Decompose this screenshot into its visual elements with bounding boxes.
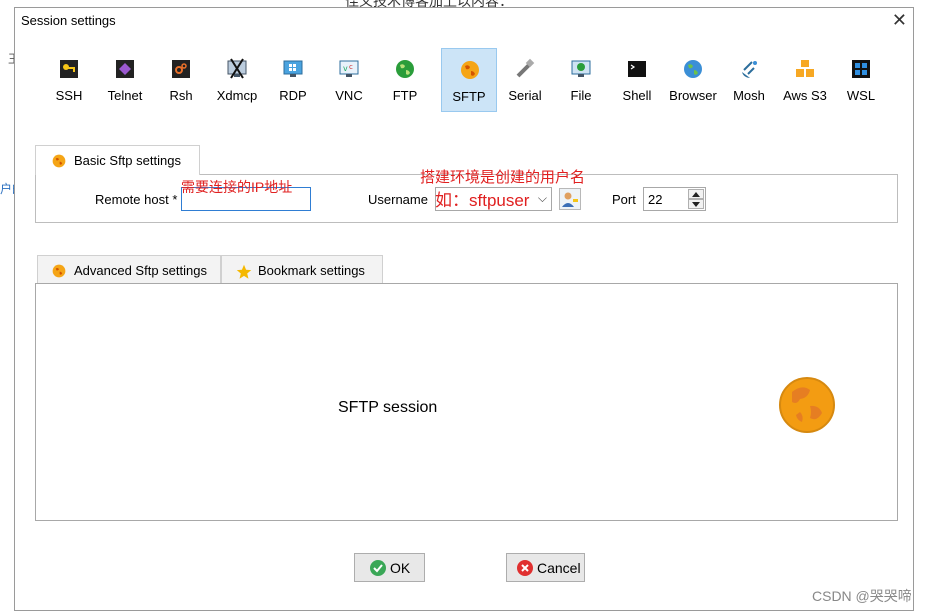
protocol-label: SSH [55,88,83,103]
xdmcp-icon [227,58,247,79]
protocol-rsh[interactable]: Rsh [153,48,209,112]
user-manager-button[interactable] [559,188,581,210]
remote-host-label: Remote host * [95,192,178,207]
sftp-globe-icon [461,61,479,79]
protocol-mosh[interactable]: Mosh [721,48,777,112]
protocol-label: RDP [279,88,307,103]
protocol-label: WSL [846,88,876,103]
protocol-shell[interactable]: Shell [609,48,665,112]
ok-label: OK [390,560,411,576]
cancel-icon [517,560,533,576]
port-value: 22 [648,192,663,207]
protocol-vnc[interactable]: vc VNC [321,48,377,112]
protocol-label: Browser [669,88,717,103]
windows-icon [852,60,870,78]
chevron-down-icon: ⌵ [537,191,547,205]
protocol-label: Aws S3 [783,88,827,103]
tab-advanced-sftp-settings[interactable]: Advanced Sftp settings [37,255,221,283]
telnet-icon [116,60,134,78]
protocol-rdp[interactable]: RDP [265,48,321,112]
protocol-ftp[interactable]: FTP [377,48,433,112]
protocol-wsl[interactable]: WSL [833,48,889,112]
title-bar: Session settings ✕ [15,8,913,36]
vnc-icon: vc [339,60,359,77]
close-icon[interactable]: ✕ [892,10,907,30]
satellite-icon [742,61,757,79]
key-icon [60,60,78,78]
protocol-sftp[interactable]: SFTP [441,48,497,112]
protocol-label: Shell [622,88,652,103]
protocol-label: SFTP [452,89,486,104]
aws-cubes-icon [796,60,814,77]
protocol-serial[interactable]: Serial [497,48,553,112]
cancel-button[interactable]: Cancel [506,553,585,582]
username-label: Username [368,192,428,207]
protocol-ssh[interactable]: SSH [41,48,97,112]
protocol-xdmcp[interactable]: Xdmcp [209,48,265,112]
watermark: CSDN @哭哭啼 [812,588,912,604]
port-increment-button[interactable] [688,189,704,199]
tab-basic-sftp-settings[interactable]: Basic Sftp settings [35,145,200,175]
cancel-label: Cancel [537,560,581,576]
dialog-title: Session settings [21,13,116,28]
protocol-label: Serial [508,88,542,103]
serial-plug-icon [516,58,535,78]
protocol-telnet[interactable]: Telnet [97,48,153,112]
sftp-globe-icon [52,264,66,278]
annotation-host-note: 需要连接的IP地址 [181,179,293,195]
check-icon [370,560,386,576]
protocol-label: File [570,88,592,103]
session-settings-dialog: Session settings ✕ SSH Telnet Rsh Xdmcp … [14,7,914,611]
terminal-icon [628,61,646,77]
session-type-label: SFTP session [338,399,438,416]
protocol-label: VNC [335,88,363,103]
sftp-globe-icon [779,377,835,433]
protocol-browser[interactable]: Browser [665,48,721,112]
session-preview-panel: SFTP session [35,283,898,521]
tab-bookmark-settings[interactable]: Bookmark settings [221,255,383,283]
port-spinner[interactable]: 22 [643,187,706,211]
rdp-icon [283,60,303,77]
rsh-icon [172,60,190,78]
tab-label: Basic Sftp settings [74,153,181,168]
protocol-file[interactable]: File [553,48,609,112]
tab-label: Bookmark settings [258,263,365,278]
port-decrement-button[interactable] [688,199,704,209]
protocol-label: FTP [392,88,418,103]
star-icon [236,264,252,279]
annotation-user-example: 如：sftpuser [435,191,530,210]
browser-globe-icon [684,60,702,78]
protocol-label: Telnet [107,88,143,103]
tab-label: Advanced Sftp settings [74,263,207,278]
protocol-label: Rsh [169,88,193,103]
protocol-aws-s3[interactable]: Aws S3 [777,48,833,112]
annotation-user-note: 搭建环境是创建的用户名 [420,169,586,186]
sftp-globe-icon [52,154,66,168]
protocol-label: Mosh [733,88,765,103]
ftp-globe-icon [396,60,414,78]
svg-text:v: v [343,64,348,73]
protocol-label: Xdmcp [216,88,258,103]
file-icon [571,60,591,77]
user-icon [562,192,578,207]
svg-text:c: c [349,63,353,71]
ok-button[interactable]: OK [354,553,425,582]
port-label: Port [612,192,636,207]
